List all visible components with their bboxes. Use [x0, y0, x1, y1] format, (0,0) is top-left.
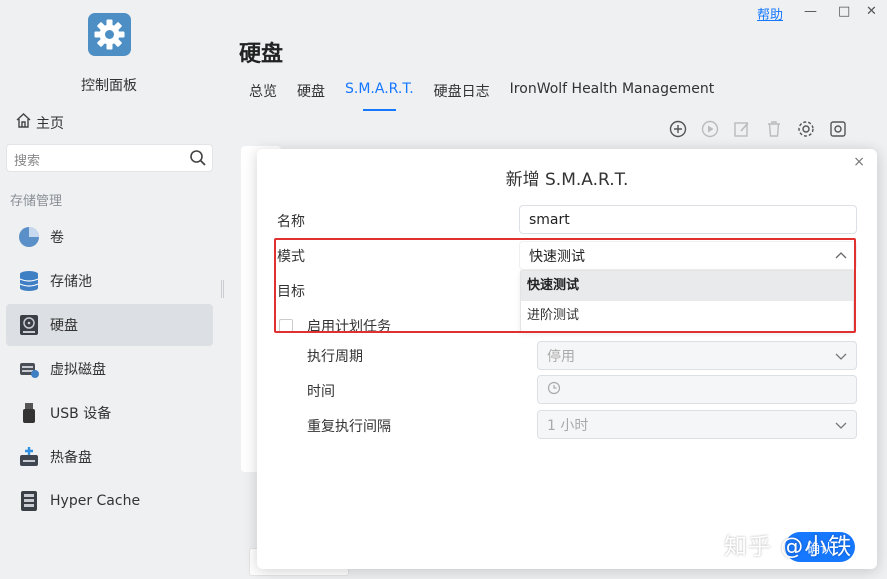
database-icon	[18, 270, 40, 292]
time-label: 时间	[307, 384, 335, 400]
sidebar-item-label: 热备盘	[50, 450, 92, 466]
tab-ironwolf[interactable]: IronWolf Health Management	[510, 81, 715, 107]
repeat-label: 重复执行间隔	[307, 419, 391, 435]
close-window-button[interactable]: ✕	[866, 4, 877, 19]
section-title: 存储管理	[10, 194, 63, 209]
sidebar-item-usb[interactable]: USB 设备	[6, 392, 213, 434]
sidebar-item-label: 硬盘	[50, 318, 78, 334]
dialog-title: 新增 S.M.A.R.T.	[505, 170, 629, 190]
sidebar-item-label: USB 设备	[50, 406, 112, 422]
period-value: 停用	[547, 348, 575, 365]
sidebar-item-hyper-cache[interactable]: Hyper Cache	[6, 480, 213, 522]
tab-disks[interactable]: 硬盘	[297, 81, 325, 107]
enable-schedule-label: 启用计划任务	[307, 319, 391, 335]
add-smart-dialog: × 新增 S.M.A.R.T. 名称 smart 模式 快速测试 目标 启用计划…	[257, 149, 877, 569]
hdd-icon	[18, 314, 40, 336]
settings-gear-icon[interactable]	[795, 118, 817, 140]
mode-option-advanced[interactable]: 进阶测试	[521, 301, 853, 331]
repeat-value: 1 小时	[547, 417, 589, 434]
home-label: 主页	[36, 115, 64, 132]
search-placeholder: 搜索	[14, 154, 41, 169]
chevron-down-icon	[835, 350, 847, 366]
mode-label: 模式	[277, 249, 305, 265]
usb-icon	[18, 402, 40, 424]
virtual-disk-icon	[18, 358, 40, 380]
chevron-up-icon	[835, 250, 847, 266]
name-field[interactable]: smart	[519, 205, 857, 234]
cache-icon	[18, 490, 40, 512]
tab-smart[interactable]: S.M.A.R.T.	[345, 81, 414, 111]
sidebar-item-label: Hyper Cache	[50, 493, 141, 509]
control-panel-gear-icon	[88, 13, 131, 56]
mode-selected-value: 快速测试	[529, 248, 585, 265]
app-title: 控制面板	[81, 78, 137, 94]
mode-dropdown-list: 快速测试 进阶测试	[520, 270, 854, 332]
clock-icon	[547, 381, 561, 399]
target-label: 目标	[277, 284, 305, 300]
sidebar-item-label: 存储池	[50, 274, 92, 290]
watermark: 知乎 @小铁	[724, 534, 853, 560]
play-icon[interactable]	[699, 118, 721, 140]
sidebar-resize-handle[interactable]	[221, 280, 224, 298]
page-title: 硬盘	[239, 42, 284, 67]
enable-schedule-checkbox[interactable]	[279, 319, 293, 333]
pie-icon	[18, 226, 40, 248]
sidebar-item-label: 卷	[50, 230, 64, 246]
sidebar-item-disk[interactable]: 硬盘	[6, 304, 213, 346]
sidebar-item-volume[interactable]: 卷	[6, 216, 213, 258]
mode-select[interactable]: 快速测试	[519, 241, 857, 270]
home-icon	[15, 112, 32, 133]
tab-bar: 总览 硬盘 S.M.A.R.T. 硬盘日志 IronWolf Health Ma…	[249, 81, 734, 111]
sidebar-item-label: 虚拟磁盘	[50, 362, 106, 378]
tab-overview[interactable]: 总览	[249, 81, 277, 107]
minimize-button[interactable]: —	[804, 4, 817, 19]
tab-disk-log[interactable]: 硬盘日志	[434, 81, 490, 107]
mode-option-quick[interactable]: 快速测试	[521, 271, 853, 301]
chevron-down-icon	[835, 419, 847, 435]
repeat-select[interactable]: 1 小时	[537, 410, 857, 439]
period-label: 执行周期	[307, 349, 363, 365]
add-icon[interactable]	[667, 118, 689, 140]
toolbar	[667, 118, 849, 140]
search-icon[interactable]	[189, 149, 207, 171]
delete-icon[interactable]	[763, 118, 785, 140]
help-link[interactable]: 帮助	[757, 4, 783, 23]
home-link[interactable]: 主页	[15, 112, 64, 133]
search-input[interactable]: 搜索	[6, 144, 213, 172]
sidebar-item-virtual-disk[interactable]: 虚拟磁盘	[6, 348, 213, 390]
name-label: 名称	[277, 214, 305, 230]
period-select[interactable]: 停用	[537, 341, 857, 370]
hot-spare-icon	[18, 446, 40, 468]
target-icon[interactable]	[827, 118, 849, 140]
sidebar-item-storage-pool[interactable]: 存储池	[6, 260, 213, 302]
sidebar-item-hot-spare[interactable]: 热备盘	[6, 436, 213, 478]
maximize-button[interactable]: □	[838, 4, 850, 19]
edit-icon[interactable]	[731, 118, 753, 140]
time-input[interactable]	[537, 375, 857, 404]
